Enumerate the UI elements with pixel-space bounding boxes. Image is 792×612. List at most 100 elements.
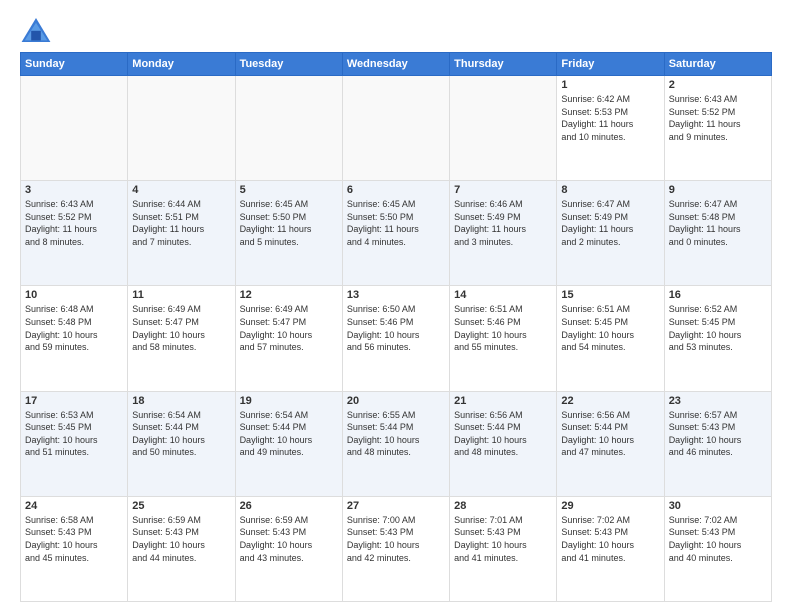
cell-info: Sunrise: 6:54 AM Sunset: 5:44 PM Dayligh… bbox=[240, 409, 338, 459]
calendar-cell: 7 Sunrise: 6:46 AM Sunset: 5:49 PM Daylig… bbox=[450, 181, 557, 286]
calendar-cell: 26Sunrise: 6:59 AM Sunset: 5:43 PM Dayli… bbox=[235, 496, 342, 601]
calendar-cell: 22Sunrise: 6:56 AM Sunset: 5:44 PM Dayli… bbox=[557, 391, 664, 496]
calendar-weekday-friday: Friday bbox=[557, 53, 664, 76]
calendar-cell bbox=[342, 76, 449, 181]
calendar-cell: 11 Sunrise: 6:49 AM Sunset: 5:47 PM Dayli… bbox=[128, 286, 235, 391]
cell-info: Sunrise: 6:55 AM Sunset: 5:44 PM Dayligh… bbox=[347, 409, 445, 459]
day-number: 13 bbox=[347, 289, 445, 301]
calendar-cell bbox=[21, 76, 128, 181]
cell-info: Sunrise: 7:02 AM Sunset: 5:43 PM Dayligh… bbox=[669, 514, 767, 564]
calendar-cell: 8 Sunrise: 6:47 AM Sunset: 5:49 PM Daylig… bbox=[557, 181, 664, 286]
cell-info: Sunrise: 6:59 AM Sunset: 5:43 PM Dayligh… bbox=[240, 514, 338, 564]
day-number: 8 bbox=[561, 184, 659, 196]
day-number: 20 bbox=[347, 395, 445, 407]
cell-info: Sunrise: 6:46 AM Sunset: 5:49 PM Dayligh… bbox=[454, 198, 552, 248]
day-number: 30 bbox=[669, 500, 767, 512]
calendar-cell: 18 Sunrise: 6:54 AM Sunset: 5:44 PM Dayli… bbox=[128, 391, 235, 496]
calendar-cell: 1 Sunrise: 6:42 AM Sunset: 5:53 PM Daylig… bbox=[557, 76, 664, 181]
calendar-cell: 9 Sunrise: 6:47 AM Sunset: 5:48 PM Daylig… bbox=[664, 181, 771, 286]
calendar-cell: 23 Sunrise: 6:57 AM Sunset: 5:43 PM Dayli… bbox=[664, 391, 771, 496]
cell-info: Sunrise: 6:59 AM Sunset: 5:43 PM Dayligh… bbox=[132, 514, 230, 564]
day-number: 21 bbox=[454, 395, 552, 407]
calendar-week-5: 24 Sunrise: 6:58 AM Sunset: 5:43 PM Dayli… bbox=[21, 496, 772, 601]
calendar-weekday-monday: Monday bbox=[128, 53, 235, 76]
calendar-weekday-sunday: Sunday bbox=[21, 53, 128, 76]
calendar-cell: 20 Sunrise: 6:55 AM Sunset: 5:44 PM Dayli… bbox=[342, 391, 449, 496]
day-number: 6 bbox=[347, 184, 445, 196]
cell-info: Sunrise: 6:48 AM Sunset: 5:48 PM Dayligh… bbox=[25, 303, 123, 353]
cell-info: Sunrise: 6:56 AM Sunset: 5:44 PM Dayligh… bbox=[561, 409, 659, 459]
day-number: 1 bbox=[561, 79, 659, 91]
calendar-cell: 5 Sunrise: 6:45 AM Sunset: 5:50 PM Daylig… bbox=[235, 181, 342, 286]
day-number: 23 bbox=[669, 395, 767, 407]
calendar-cell: 3 Sunrise: 6:43 AM Sunset: 5:52 PM Daylig… bbox=[21, 181, 128, 286]
cell-info: Sunrise: 6:45 AM Sunset: 5:50 PM Dayligh… bbox=[347, 198, 445, 248]
day-number: 19 bbox=[240, 395, 338, 407]
cell-info: Sunrise: 7:02 AM Sunset: 5:43 PM Dayligh… bbox=[561, 514, 659, 564]
calendar-cell: 28 Sunrise: 7:01 AM Sunset: 5:43 PM Dayli… bbox=[450, 496, 557, 601]
calendar-cell bbox=[128, 76, 235, 181]
calendar-weekday-wednesday: Wednesday bbox=[342, 53, 449, 76]
cell-info: Sunrise: 6:54 AM Sunset: 5:44 PM Dayligh… bbox=[132, 409, 230, 459]
cell-info: Sunrise: 7:00 AM Sunset: 5:43 PM Dayligh… bbox=[347, 514, 445, 564]
calendar-cell: 6 Sunrise: 6:45 AM Sunset: 5:50 PM Daylig… bbox=[342, 181, 449, 286]
calendar-week-1: 1 Sunrise: 6:42 AM Sunset: 5:53 PM Daylig… bbox=[21, 76, 772, 181]
cell-info: Sunrise: 6:58 AM Sunset: 5:43 PM Dayligh… bbox=[25, 514, 123, 564]
cell-info: Sunrise: 6:43 AM Sunset: 5:52 PM Dayligh… bbox=[669, 93, 767, 143]
cell-info: Sunrise: 6:42 AM Sunset: 5:53 PM Dayligh… bbox=[561, 93, 659, 143]
cell-info: Sunrise: 6:49 AM Sunset: 5:47 PM Dayligh… bbox=[132, 303, 230, 353]
day-number: 11 bbox=[132, 289, 230, 301]
day-number: 12 bbox=[240, 289, 338, 301]
calendar: SundayMondayTuesdayWednesdayThursdayFrid… bbox=[20, 52, 772, 602]
day-number: 14 bbox=[454, 289, 552, 301]
cell-info: Sunrise: 6:45 AM Sunset: 5:50 PM Dayligh… bbox=[240, 198, 338, 248]
calendar-week-2: 3 Sunrise: 6:43 AM Sunset: 5:52 PM Daylig… bbox=[21, 181, 772, 286]
cell-info: Sunrise: 6:43 AM Sunset: 5:52 PM Dayligh… bbox=[25, 198, 123, 248]
header bbox=[20, 16, 772, 44]
cell-info: Sunrise: 6:51 AM Sunset: 5:45 PM Dayligh… bbox=[561, 303, 659, 353]
calendar-cell: 19 Sunrise: 6:54 AM Sunset: 5:44 PM Dayli… bbox=[235, 391, 342, 496]
calendar-cell bbox=[235, 76, 342, 181]
calendar-weekday-thursday: Thursday bbox=[450, 53, 557, 76]
calendar-cell: 29Sunrise: 7:02 AM Sunset: 5:43 PM Dayli… bbox=[557, 496, 664, 601]
day-number: 16 bbox=[669, 289, 767, 301]
calendar-week-4: 17 Sunrise: 6:53 AM Sunset: 5:45 PM Dayli… bbox=[21, 391, 772, 496]
day-number: 24 bbox=[25, 500, 123, 512]
calendar-cell: 13 Sunrise: 6:50 AM Sunset: 5:46 PM Dayli… bbox=[342, 286, 449, 391]
day-number: 2 bbox=[669, 79, 767, 91]
calendar-weekday-saturday: Saturday bbox=[664, 53, 771, 76]
day-number: 7 bbox=[454, 184, 552, 196]
day-number: 17 bbox=[25, 395, 123, 407]
day-number: 10 bbox=[25, 289, 123, 301]
calendar-weekday-tuesday: Tuesday bbox=[235, 53, 342, 76]
day-number: 4 bbox=[132, 184, 230, 196]
cell-info: Sunrise: 6:47 AM Sunset: 5:49 PM Dayligh… bbox=[561, 198, 659, 248]
cell-info: Sunrise: 6:49 AM Sunset: 5:47 PM Dayligh… bbox=[240, 303, 338, 353]
cell-info: Sunrise: 6:56 AM Sunset: 5:44 PM Dayligh… bbox=[454, 409, 552, 459]
cell-info: Sunrise: 6:50 AM Sunset: 5:46 PM Dayligh… bbox=[347, 303, 445, 353]
cell-info: Sunrise: 6:51 AM Sunset: 5:46 PM Dayligh… bbox=[454, 303, 552, 353]
calendar-cell: 25Sunrise: 6:59 AM Sunset: 5:43 PM Dayli… bbox=[128, 496, 235, 601]
cell-info: Sunrise: 6:44 AM Sunset: 5:51 PM Dayligh… bbox=[132, 198, 230, 248]
day-number: 3 bbox=[25, 184, 123, 196]
cell-info: Sunrise: 6:47 AM Sunset: 5:48 PM Dayligh… bbox=[669, 198, 767, 248]
cell-info: Sunrise: 7:01 AM Sunset: 5:43 PM Dayligh… bbox=[454, 514, 552, 564]
calendar-header-row: SundayMondayTuesdayWednesdayThursdayFrid… bbox=[21, 53, 772, 76]
day-number: 5 bbox=[240, 184, 338, 196]
calendar-cell: 27Sunrise: 7:00 AM Sunset: 5:43 PM Dayli… bbox=[342, 496, 449, 601]
calendar-cell: 14 Sunrise: 6:51 AM Sunset: 5:46 PM Dayli… bbox=[450, 286, 557, 391]
day-number: 18 bbox=[132, 395, 230, 407]
calendar-cell: 16Sunrise: 6:52 AM Sunset: 5:45 PM Dayli… bbox=[664, 286, 771, 391]
calendar-cell: 10 Sunrise: 6:48 AM Sunset: 5:48 PM Dayli… bbox=[21, 286, 128, 391]
calendar-cell: 2 Sunrise: 6:43 AM Sunset: 5:52 PM Daylig… bbox=[664, 76, 771, 181]
calendar-cell bbox=[450, 76, 557, 181]
calendar-cell: 15Sunrise: 6:51 AM Sunset: 5:45 PM Dayli… bbox=[557, 286, 664, 391]
calendar-cell: 30 Sunrise: 7:02 AM Sunset: 5:43 PM Dayli… bbox=[664, 496, 771, 601]
day-number: 28 bbox=[454, 500, 552, 512]
day-number: 9 bbox=[669, 184, 767, 196]
cell-info: Sunrise: 6:53 AM Sunset: 5:45 PM Dayligh… bbox=[25, 409, 123, 459]
logo bbox=[20, 16, 56, 44]
page: SundayMondayTuesdayWednesdayThursdayFrid… bbox=[0, 0, 792, 612]
cell-info: Sunrise: 6:57 AM Sunset: 5:43 PM Dayligh… bbox=[669, 409, 767, 459]
calendar-cell: 12 Sunrise: 6:49 AM Sunset: 5:47 PM Dayli… bbox=[235, 286, 342, 391]
